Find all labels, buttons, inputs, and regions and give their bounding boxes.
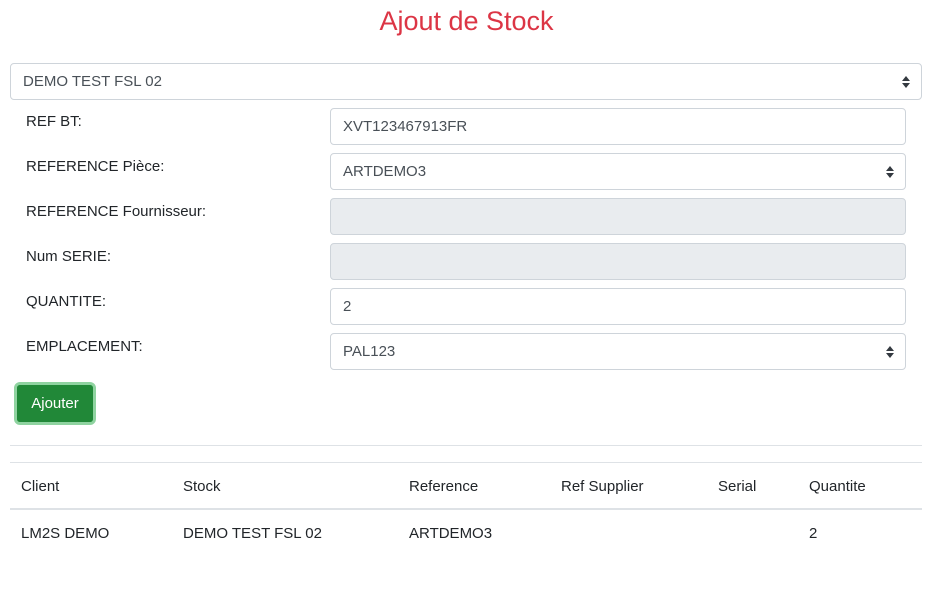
quantite-value: 2 xyxy=(343,298,352,315)
reference-fournisseur-input xyxy=(330,198,906,235)
stock-select-value: DEMO TEST FSL 02 xyxy=(23,73,162,90)
table-header-client: Client xyxy=(21,478,60,495)
page: Ajout de Stock DEMO TEST FSL 02 REF BT: … xyxy=(0,0,933,589)
table-header-border xyxy=(10,508,922,510)
ref-bt-value: XVT123467913FR xyxy=(343,118,468,135)
divider xyxy=(10,445,922,446)
table-header-serial: Serial xyxy=(718,478,757,495)
select-caret-icon xyxy=(901,75,911,89)
reference-piece-value: ARTDEMO3 xyxy=(343,163,427,180)
table-cell-stock: DEMO TEST FSL 02 xyxy=(183,525,322,542)
table-header-quantite: Quantite xyxy=(809,478,866,495)
table-top-border xyxy=(10,462,922,463)
ref-bt-input[interactable]: XVT123467913FR xyxy=(330,108,906,145)
stock-select[interactable]: DEMO TEST FSL 02 xyxy=(10,63,922,100)
table-cell-quantite: 2 xyxy=(809,525,818,542)
select-caret-icon xyxy=(885,165,895,179)
table-header-stock: Stock xyxy=(183,478,221,495)
quantite-label: QUANTITE: xyxy=(26,293,107,310)
select-caret-icon xyxy=(885,345,895,359)
quantite-input[interactable]: 2 xyxy=(330,288,906,325)
table-header-ref-supplier: Ref Supplier xyxy=(561,478,644,495)
table-cell-client: LM2S DEMO xyxy=(21,525,110,542)
reference-piece-label: REFERENCE Pièce: xyxy=(26,158,165,175)
reference-piece-select[interactable]: ARTDEMO3 xyxy=(330,153,906,190)
emplacement-label: EMPLACEMENT: xyxy=(26,338,143,355)
reference-fournisseur-label: REFERENCE Fournisseur: xyxy=(26,203,207,220)
emplacement-select[interactable]: PAL123 xyxy=(330,333,906,370)
num-serie-label: Num SERIE: xyxy=(26,248,112,265)
ajouter-button-label: Ajouter xyxy=(17,385,93,422)
table-cell-reference: ARTDEMO3 xyxy=(409,525,493,542)
page-title: Ajout de Stock xyxy=(379,6,554,36)
ref-bt-label: REF BT: xyxy=(26,113,82,130)
emplacement-value: PAL123 xyxy=(343,343,396,360)
num-serie-input xyxy=(330,243,906,280)
table-header-reference: Reference xyxy=(409,478,479,495)
ajouter-button[interactable]: Ajouter xyxy=(14,382,96,425)
